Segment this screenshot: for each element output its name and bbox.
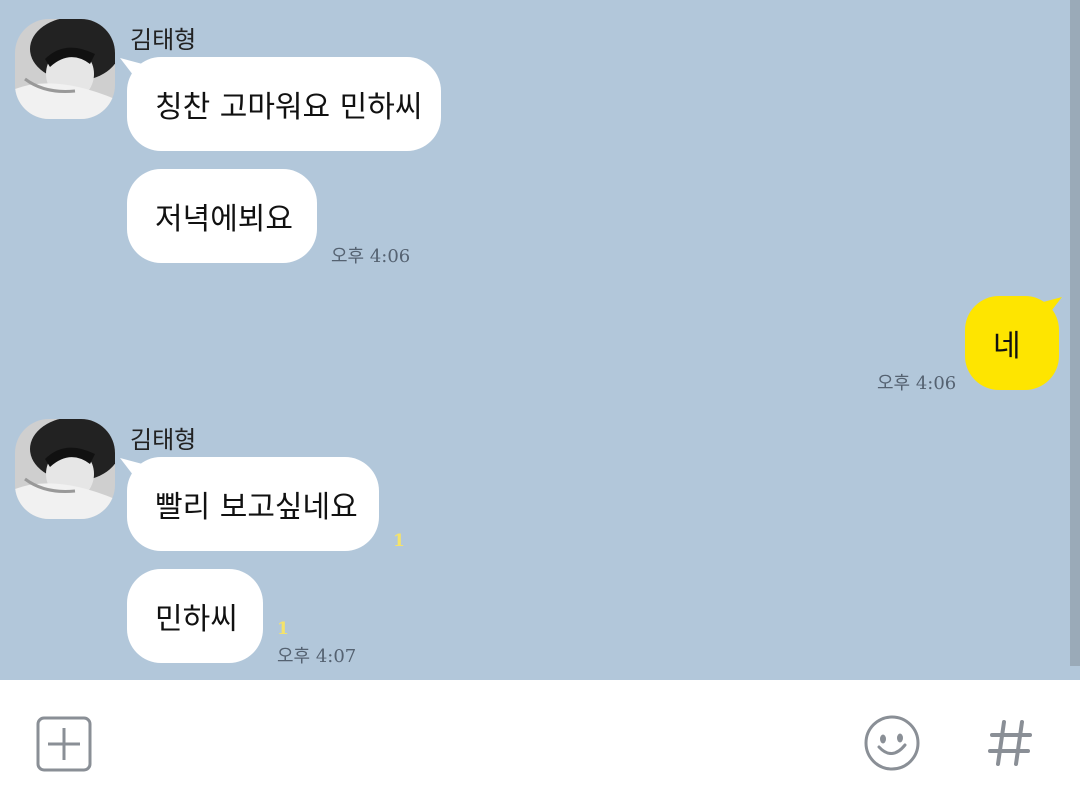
my-message-bubble[interactable]: 네 xyxy=(965,296,1059,390)
message-bubble[interactable]: 민하씨 xyxy=(127,569,263,663)
profile-photo-icon xyxy=(15,19,115,119)
message-time: 오후 4:07 xyxy=(277,646,357,667)
chat-screen: 김태형 칭찬 고마워요 민하씨 저녁에뵈요 오후 4:06 네 오후 4:06 xyxy=(0,0,1080,806)
message-text: 저녁에뵈요 xyxy=(155,202,293,237)
sender-name: 김태형 xyxy=(130,426,197,454)
message-time: 오후 4:06 xyxy=(331,246,411,267)
input-bar xyxy=(0,680,1080,806)
sender-avatar[interactable] xyxy=(15,19,115,119)
message-bubble[interactable]: 저녁에뵈요 xyxy=(127,169,317,263)
message-text: 민하씨 xyxy=(155,602,238,637)
unread-count: 1 xyxy=(393,531,405,551)
profile-photo-icon xyxy=(15,419,115,519)
sender-avatar[interactable] xyxy=(15,419,115,519)
message-text: 네 xyxy=(993,329,1021,364)
message-bubble[interactable]: 빨리 보고싶네요 xyxy=(127,457,379,551)
plus-square-icon[interactable] xyxy=(36,716,92,772)
scrollbar[interactable] xyxy=(1070,0,1080,666)
message-bubble[interactable]: 칭찬 고마워요 민하씨 xyxy=(127,57,441,151)
sender-name: 김태형 xyxy=(130,26,197,54)
message-text: 빨리 보고싶네요 xyxy=(155,490,358,525)
smiley-icon[interactable] xyxy=(863,714,921,772)
message-text: 칭찬 고마워요 민하씨 xyxy=(155,90,423,125)
chat-area[interactable]: 김태형 칭찬 고마워요 민하씨 저녁에뵈요 오후 4:06 네 오후 4:06 xyxy=(0,0,1080,680)
hashtag-icon[interactable] xyxy=(988,718,1032,768)
message-time: 오후 4:06 xyxy=(877,373,957,394)
unread-count: 1 xyxy=(277,619,289,639)
